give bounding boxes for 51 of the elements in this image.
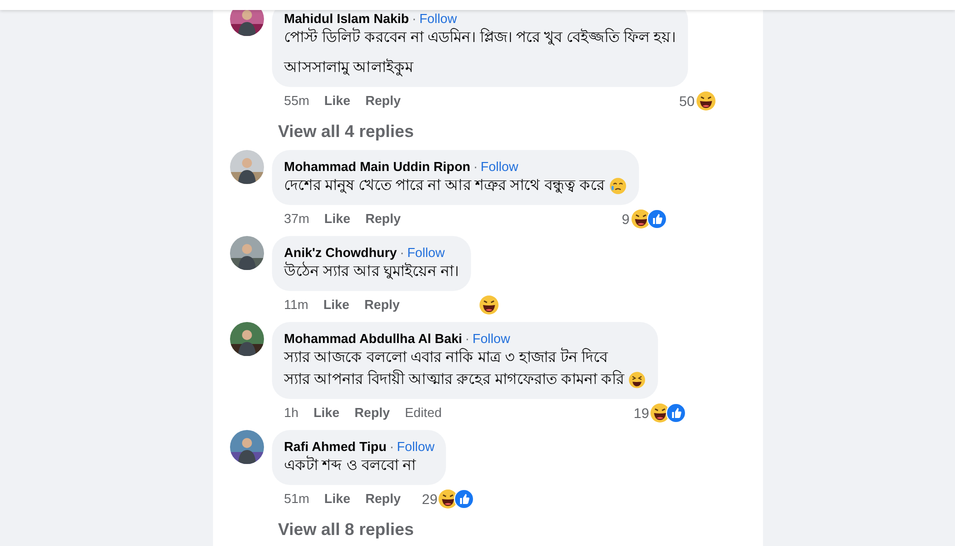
follow-link[interactable]: Follow	[480, 158, 518, 175]
thumbs-up-icon	[454, 489, 474, 509]
commenter-name[interactable]: Mahidul Islam Nakib	[284, 10, 409, 27]
comment-time[interactable]: 55m	[284, 91, 310, 111]
comment-time[interactable]: 1h	[284, 403, 298, 423]
like-link[interactable]: Like	[324, 489, 350, 509]
separator-dot: ·	[465, 330, 470, 347]
like-link[interactable]: Like	[323, 295, 350, 315]
follow-link[interactable]: Follow	[419, 10, 457, 27]
separator-dot: ·	[412, 10, 416, 27]
comment-time[interactable]: 37m	[284, 209, 310, 229]
reply-link[interactable]: Reply	[365, 91, 401, 111]
laughing-face-icon	[478, 295, 499, 315]
view-replies-link[interactable]: View all 8 replies	[278, 518, 414, 542]
comment-text: পোস্ট ডিলিট করবেন না এডমিন। প্লিজ। পরে খুব বেইজ্জতি ফিল হয়।	[284, 27, 676, 48]
edited-label: Edited	[404, 404, 442, 422]
reply-link[interactable]: Reply	[365, 489, 401, 509]
comment-text: আসসালামু আলাইকুম	[284, 58, 414, 78]
commenter-name[interactable]: Anik'z Chowdhury	[284, 244, 397, 261]
follow-link[interactable]: Follow	[472, 330, 510, 347]
crying-face-icon	[608, 177, 627, 195]
reply-link[interactable]: Reply	[364, 295, 400, 315]
comment-text: একটা শব্দ ও বলবো না	[284, 455, 416, 476]
comment-text: উঠেন স্যার আর ঘুমাইয়েন না।	[284, 261, 459, 282]
separator-dot: ·	[473, 158, 478, 175]
comment-text: স্যার আজকে বললো এবার নাকি মাত্র ৩ হাজার টন দিবে	[284, 347, 608, 368]
follow-link[interactable]: Follow	[396, 438, 434, 455]
like-link[interactable]: Like	[324, 91, 350, 111]
view-replies-link[interactable]: View all 4 replies	[278, 120, 414, 144]
like-link[interactable]: Like	[313, 403, 340, 423]
separator-dot: ·	[400, 244, 404, 261]
thumbs-up-icon	[646, 209, 667, 229]
like-link[interactable]: Like	[324, 209, 350, 229]
reaction-count[interactable]: 50	[679, 90, 695, 112]
comment-text: স্যার আপনার বিদায়ী আত্মার রুহের মাগফেরাত কামনা করি	[284, 369, 624, 390]
separator-dot: ·	[390, 438, 394, 455]
reaction-count[interactable]: 29	[422, 488, 438, 510]
commenter-name[interactable]: Mohammad Abdullha Al Baki	[284, 330, 462, 347]
reply-link[interactable]: Reply	[365, 209, 401, 229]
comment-text: দেশের মানুষ খেতে পারে না আর শত্রুর সাথে বন্ধুত্ব করে	[284, 176, 605, 196]
commenter-name[interactable]: Rafi Ahmed Tipu	[284, 438, 387, 455]
reaction-count[interactable]: 9	[622, 208, 630, 230]
squinting-face-icon	[628, 371, 646, 389]
follow-link[interactable]: Follow	[407, 244, 445, 261]
comment-time[interactable]: 11m	[284, 295, 308, 315]
reply-link[interactable]: Reply	[354, 403, 390, 423]
thumbs-up-icon	[666, 403, 686, 423]
commenter-name[interactable]: Mohammad Main Uddin Ripon	[284, 158, 470, 175]
laughing-face-icon	[696, 91, 716, 111]
comment-time[interactable]: 51m	[284, 489, 310, 509]
reaction-count[interactable]: 19	[634, 402, 650, 424]
